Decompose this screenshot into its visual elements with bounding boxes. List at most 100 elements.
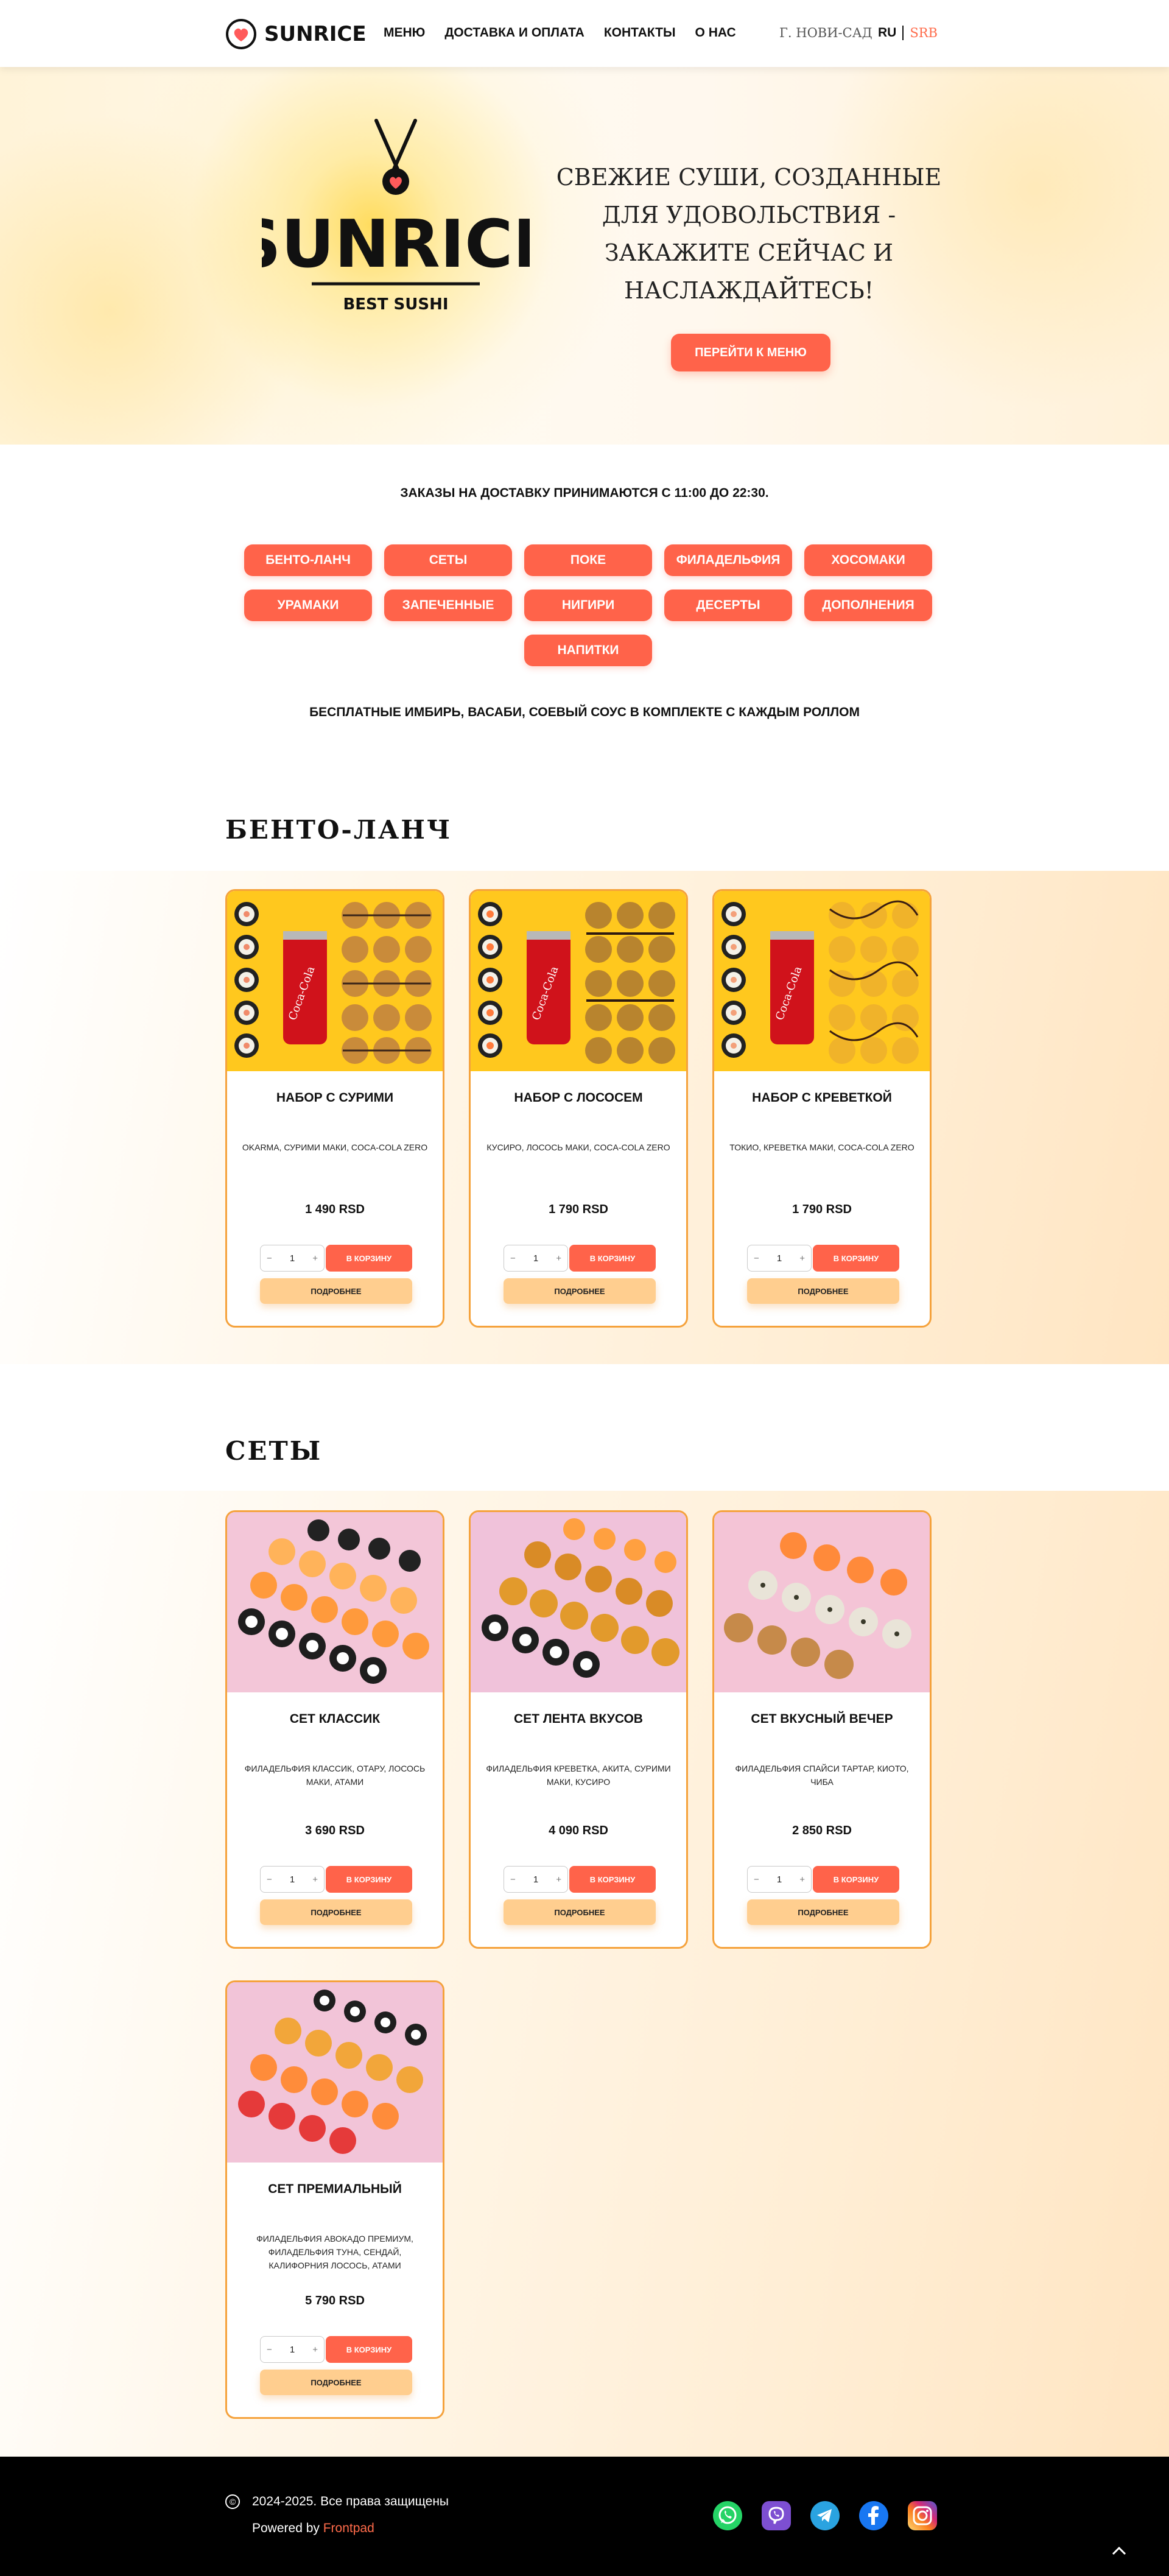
category-hosomaki[interactable]: ХОСОМАКИ (804, 544, 932, 576)
product-description: ТОКИО, КРЕВЕТКА МАКИ, COCA-COLA ZERO (729, 1142, 914, 1152)
category-drinks[interactable]: НАПИТКИ (524, 635, 652, 666)
plus-icon[interactable]: + (799, 1874, 805, 1885)
plus-icon[interactable]: + (312, 1874, 318, 1885)
minus-icon[interactable]: − (754, 1253, 759, 1264)
product-image[interactable]: Coca-Cola (714, 891, 930, 1071)
minus-icon[interactable]: − (510, 1253, 516, 1264)
city-selector[interactable]: Г. НОВИ-САД (779, 26, 872, 40)
product-description: ФИЛАДЕЛЬФИЯ КЛАССИК, ОТАРУ, ЛОСОСЬ МАКИ,… (244, 1764, 426, 1787)
product-price: 1 790 RSD (549, 1203, 608, 1216)
section-title-bento: БЕНТО-ЛАНЧ (225, 815, 452, 845)
go-to-menu-button[interactable]: ПЕРЕЙТИ К МЕНЮ (671, 334, 830, 371)
product-description: ФИЛАДЕЛЬФИЯ АВОКАДО ПРЕМИУМ, ФИЛАДЕЛЬФИЯ… (256, 2234, 413, 2270)
quantity-value[interactable]: 1 (777, 1253, 782, 1264)
quantity-stepper: − 1 + (260, 1866, 325, 1893)
minus-icon[interactable]: − (754, 1874, 759, 1885)
plus-icon[interactable]: + (799, 1253, 805, 1264)
details-button[interactable]: ПОДРОБНЕЕ (260, 2370, 412, 2395)
hero-logo-word: SUNRICE (262, 206, 530, 283)
details-button[interactable]: ПОДРОБНЕЕ (747, 1899, 899, 1925)
quantity-value[interactable]: 1 (290, 1253, 295, 1264)
product-name[interactable]: НАБОР С ЛОСОСЕМ (471, 1091, 686, 1105)
product-name[interactable]: СЕТ ПРЕМИАЛЬНЫЙ (227, 2182, 443, 2197)
hero-logo: SUNRICE BEST SUSHI (234, 116, 558, 335)
details-button[interactable]: ПОДРОБНЕЕ (504, 1278, 656, 1304)
nav-contacts[interactable]: КОНТАКТЫ (604, 26, 676, 40)
details-button[interactable]: ПОДРОБНЕЕ (260, 1278, 412, 1304)
product-image[interactable] (714, 1512, 930, 1692)
minus-icon[interactable]: − (267, 1253, 272, 1264)
sunrice-logo-icon (225, 18, 257, 50)
plus-icon[interactable]: + (312, 1253, 318, 1264)
product-card: СЕТ ВКУСНЫЙ ВЕЧЕР ФИЛАДЕЛЬФИЯ СПАЙСИ ТАР… (712, 1510, 932, 1949)
product-image[interactable]: Coca-Cola (227, 891, 443, 1071)
product-name[interactable]: НАБОР С СУРИМИ (227, 1091, 443, 1105)
delivery-hours-text: ЗАКАЗЫ НА ДОСТАВКУ ПРИНИМАЮТСЯ С 11:00 Д… (400, 486, 769, 500)
instagram-icon[interactable] (907, 2500, 938, 2531)
details-button[interactable]: ПОДРОБНЕЕ (747, 1278, 899, 1304)
category-philadelphia[interactable]: ФИЛАДЕЛЬФИЯ (664, 544, 792, 576)
quantity-value[interactable]: 1 (290, 1874, 295, 1885)
add-to-cart-button[interactable]: В КОРЗИНУ (326, 1245, 412, 1272)
details-button[interactable]: ПОДРОБНЕЕ (504, 1899, 656, 1925)
add-to-cart-button[interactable]: В КОРЗИНУ (326, 1866, 412, 1893)
add-to-cart-button[interactable]: В КОРЗИНУ (326, 2336, 412, 2363)
viber-icon[interactable] (761, 2500, 792, 2531)
plus-icon[interactable]: + (556, 1874, 561, 1885)
category-nigiri[interactable]: НИГИРИ (524, 589, 652, 621)
lang-srb[interactable]: SRB (910, 26, 938, 40)
frontpad-link[interactable]: Frontpad (323, 2521, 374, 2535)
product-image[interactable] (227, 1982, 443, 2163)
category-extras[interactable]: ДОПОЛНЕНИЯ (804, 589, 932, 621)
header-logo[interactable]: SUNRICE (225, 18, 367, 50)
category-poke[interactable]: ПОКЕ (524, 544, 652, 576)
product-name[interactable]: НАБОР С КРЕВЕТКОЙ (714, 1091, 930, 1105)
minus-icon[interactable]: − (267, 1874, 272, 1885)
product-description: OKARMA, СУРИМИ МАКИ, COCA-COLA ZERO (242, 1142, 428, 1152)
product-card: СЕТ КЛАССИК ФИЛАДЕЛЬФИЯ КЛАССИК, ОТАРУ, … (225, 1510, 444, 1949)
category-uramaki[interactable]: УРАМАКИ (244, 589, 372, 621)
facebook-icon[interactable] (858, 2500, 889, 2531)
quantity-stepper: − 1 + (747, 1866, 812, 1893)
hero-title: СВЕЖИЕ СУШИ, СОЗДАННЫЕ ДЛЯ УДОВОЛЬСТВИЯ … (556, 164, 942, 304)
logo-text: SUNRICE (264, 22, 367, 46)
minus-icon[interactable]: − (510, 1874, 516, 1885)
quantity-value[interactable]: 1 (777, 1874, 782, 1885)
nav-about[interactable]: О НАС (695, 26, 736, 40)
category-bento[interactable]: БЕНТО-ЛАНЧ (244, 544, 372, 576)
nav-delivery[interactable]: ДОСТАВКА И ОПЛАТА (444, 26, 584, 40)
add-to-cart-button[interactable]: В КОРЗИНУ (813, 1245, 899, 1272)
quantity-stepper: − 1 + (504, 1866, 568, 1893)
lang-divider (902, 26, 904, 40)
minus-icon[interactable]: − (267, 2345, 272, 2355)
hero-logo-sub: BEST SUSHI (343, 295, 448, 314)
product-image[interactable] (227, 1512, 443, 1692)
quantity-value[interactable]: 1 (290, 2345, 295, 2355)
add-to-cart-button[interactable]: В КОРЗИНУ (569, 1245, 656, 1272)
category-desserts[interactable]: ДЕСЕРТЫ (664, 589, 792, 621)
whatsapp-icon[interactable] (712, 2500, 743, 2531)
product-name[interactable]: СЕТ ВКУСНЫЙ ВЕЧЕР (714, 1712, 930, 1726)
product-price: 4 090 RSD (549, 1824, 608, 1837)
plus-icon[interactable]: + (556, 1253, 561, 1264)
plus-icon[interactable]: + (312, 2345, 318, 2355)
product-name[interactable]: СЕТ КЛАССИК (227, 1712, 443, 1726)
category-sets[interactable]: СЕТЫ (384, 544, 512, 576)
main-nav: МЕНЮ ДОСТАВКА И ОПЛАТА КОНТАКТЫ О НАС (384, 26, 736, 40)
language-switcher: RU SRB (878, 26, 938, 40)
lang-ru[interactable]: RU (878, 26, 896, 40)
add-to-cart-button[interactable]: В КОРЗИНУ (569, 1866, 656, 1893)
product-image[interactable]: Coca-Cola (471, 891, 686, 1071)
add-to-cart-button[interactable]: В КОРЗИНУ (813, 1866, 899, 1893)
product-card: СЕТ ЛЕНТА ВКУСОВ ФИЛАДЕЛЬФИЯ КРЕВЕТКА, А… (469, 1510, 688, 1949)
quantity-stepper: − 1 + (260, 2336, 325, 2363)
quantity-value[interactable]: 1 (533, 1253, 538, 1264)
category-baked[interactable]: ЗАПЕЧЕННЫЕ (384, 589, 512, 621)
quantity-value[interactable]: 1 (533, 1874, 538, 1885)
product-image[interactable] (471, 1512, 686, 1692)
details-button[interactable]: ПОДРОБНЕЕ (260, 1899, 412, 1925)
chevron-up-icon[interactable] (1107, 2542, 1131, 2560)
nav-menu[interactable]: МЕНЮ (384, 26, 425, 40)
telegram-icon[interactable] (810, 2500, 840, 2531)
product-name[interactable]: СЕТ ЛЕНТА ВКУСОВ (471, 1712, 686, 1726)
